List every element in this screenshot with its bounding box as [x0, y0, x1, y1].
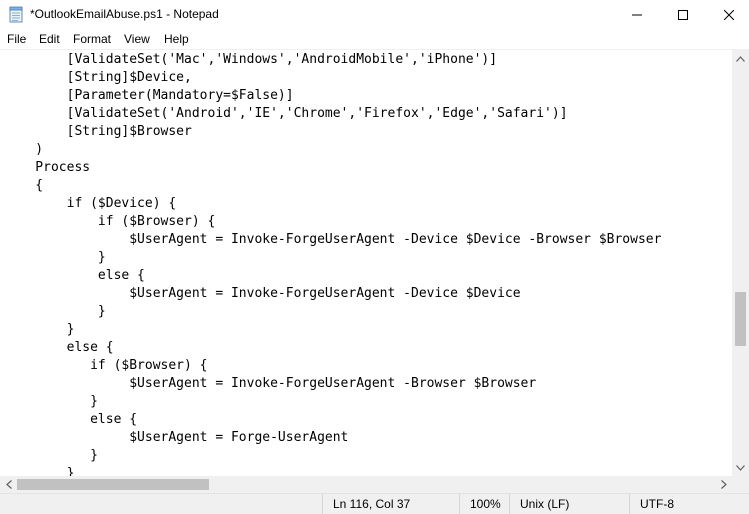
close-icon: [724, 10, 734, 20]
code-line[interactable]: $UserAgent = Forge-UserAgent: [4, 429, 661, 447]
chevron-down-icon: [736, 464, 745, 471]
horizontal-scroll-thumb[interactable]: [17, 479, 209, 490]
menu-format[interactable]: Format: [73, 32, 111, 46]
notepad-icon[interactable]: [8, 6, 24, 23]
status-bar: Ln 116, Col 37 100% Unix (LF) UTF-8: [0, 493, 749, 514]
chevron-left-icon: [5, 480, 12, 489]
chevron-up-icon: [736, 55, 745, 62]
code-line[interactable]: $UserAgent = Invoke-ForgeUserAgent -Brow…: [4, 375, 661, 393]
code-line[interactable]: }: [4, 321, 661, 339]
code-line[interactable]: $UserAgent = Invoke-ForgeUserAgent -Devi…: [4, 231, 661, 249]
code-line[interactable]: }: [4, 447, 661, 465]
code-line[interactable]: $UserAgent = Invoke-ForgeUserAgent -Devi…: [4, 285, 661, 303]
maximize-button[interactable]: [660, 0, 706, 30]
window-title: *OutlookEmailAbuse.ps1 - Notepad: [30, 7, 219, 21]
minimize-icon: [632, 14, 642, 16]
code-line[interactable]: if ($Device) {: [4, 195, 661, 213]
code-line[interactable]: }: [4, 393, 661, 411]
minimize-button[interactable]: [614, 0, 660, 30]
code-line[interactable]: {: [4, 177, 661, 195]
chevron-right-icon: [720, 480, 727, 489]
text-editor[interactable]: [ValidateSet('Mac','Windows','AndroidMob…: [0, 50, 732, 476]
code-line[interactable]: else {: [4, 339, 661, 357]
code-line[interactable]: }: [4, 465, 661, 476]
code-line[interactable]: [String]$Device,: [4, 69, 661, 87]
status-line-ending: Unix (LF): [509, 494, 629, 514]
code-line[interactable]: else {: [4, 267, 661, 285]
menu-bar: File Edit Format View Help: [0, 30, 749, 50]
code-line[interactable]: }: [4, 303, 661, 321]
menu-view[interactable]: View: [124, 32, 150, 46]
menu-file[interactable]: File: [7, 32, 26, 46]
code-line[interactable]: ): [4, 141, 661, 159]
status-cursor-position: Ln 116, Col 37: [322, 494, 459, 514]
code-line[interactable]: if ($Browser) {: [4, 357, 661, 375]
maximize-icon: [678, 10, 688, 20]
title-bar[interactable]: *OutlookEmailAbuse.ps1 - Notepad: [0, 0, 749, 30]
code-line[interactable]: if ($Browser) {: [4, 213, 661, 231]
scroll-up-button[interactable]: [732, 50, 749, 67]
scroll-right-button[interactable]: [715, 476, 732, 493]
code-line[interactable]: }: [4, 249, 661, 267]
code-line[interactable]: Process: [4, 159, 661, 177]
code-line[interactable]: [ValidateSet('Android','IE','Chrome','Fi…: [4, 105, 661, 123]
code-line[interactable]: [Parameter(Mandatory=$False)]: [4, 87, 661, 105]
close-button[interactable]: [706, 0, 749, 30]
code-line[interactable]: [ValidateSet('Mac','Windows','AndroidMob…: [4, 51, 661, 69]
menu-help[interactable]: Help: [164, 32, 189, 46]
vertical-scroll-thumb[interactable]: [735, 292, 746, 346]
scroll-left-button[interactable]: [0, 476, 17, 493]
horizontal-scrollbar[interactable]: [0, 476, 732, 493]
code-content[interactable]: [ValidateSet('Mac','Windows','AndroidMob…: [4, 51, 661, 476]
menu-edit[interactable]: Edit: [39, 32, 60, 46]
code-line[interactable]: else {: [4, 411, 661, 429]
code-line[interactable]: [String]$Browser: [4, 123, 661, 141]
scroll-down-button[interactable]: [732, 459, 749, 476]
vertical-scrollbar[interactable]: [732, 50, 749, 476]
scrollbar-corner: [732, 476, 749, 493]
status-encoding: UTF-8: [629, 494, 749, 514]
status-zoom: 100%: [459, 494, 509, 514]
